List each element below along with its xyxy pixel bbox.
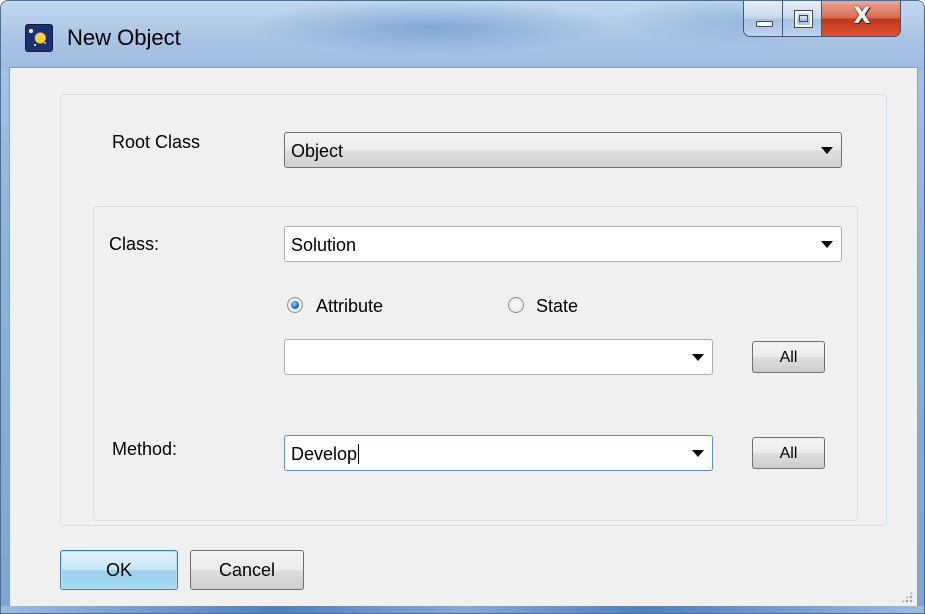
method-value: Develop	[291, 444, 358, 464]
class-label: Class:	[109, 234, 160, 254]
attribute-dropdown[interactable]	[284, 339, 713, 375]
attribute-chevron-down-icon	[692, 354, 704, 361]
root-class-chevron-down-icon	[821, 147, 833, 154]
cancel-button[interactable]: Cancel	[190, 550, 304, 590]
state-radio[interactable]	[508, 297, 524, 313]
attribute-all-label: All	[779, 349, 798, 366]
text-caret	[358, 444, 360, 464]
method-all-label: All	[779, 445, 798, 462]
class-chevron-down-icon	[821, 241, 833, 248]
maximize-icon	[794, 10, 813, 28]
window-title: New Object	[67, 25, 181, 50]
method-label: Method:	[112, 439, 178, 459]
window-bottom-frame	[1, 606, 924, 613]
root-class-dropdown[interactable]: Object	[284, 132, 842, 168]
cancel-label: Cancel	[218, 560, 276, 580]
resize-grip-icon[interactable]	[901, 591, 913, 603]
title-bar[interactable]: New Object X	[1, 1, 924, 71]
attribute-radio[interactable]	[287, 297, 303, 313]
new-object-window: New Object X Root Class Object Class: So…	[0, 0, 925, 614]
dialog-client-area: Root Class Object Class: Solution Attrib…	[9, 67, 918, 608]
method-all-button[interactable]: All	[752, 437, 825, 469]
minimize-icon	[756, 21, 773, 27]
ok-label: OK	[105, 560, 132, 580]
attribute-radio-label[interactable]: Attribute	[316, 296, 383, 317]
root-class-value: Object	[291, 141, 344, 161]
method-value-wrap: Develop	[291, 444, 360, 465]
state-radio-label[interactable]: State	[536, 296, 578, 317]
class-dropdown[interactable]: Solution	[284, 226, 842, 262]
minimize-button[interactable]	[743, 1, 783, 37]
close-icon: X	[853, 4, 871, 29]
attribute-all-button[interactable]: All	[752, 341, 825, 373]
close-button[interactable]: X	[821, 1, 901, 37]
ok-button[interactable]: OK	[60, 550, 178, 590]
method-dropdown[interactable]: Develop	[284, 435, 713, 471]
method-chevron-down-icon	[692, 450, 704, 457]
class-value: Solution	[291, 235, 357, 255]
app-icon[interactable]	[25, 24, 53, 52]
root-class-label: Root Class	[112, 132, 201, 152]
maximize-button[interactable]	[782, 1, 822, 37]
